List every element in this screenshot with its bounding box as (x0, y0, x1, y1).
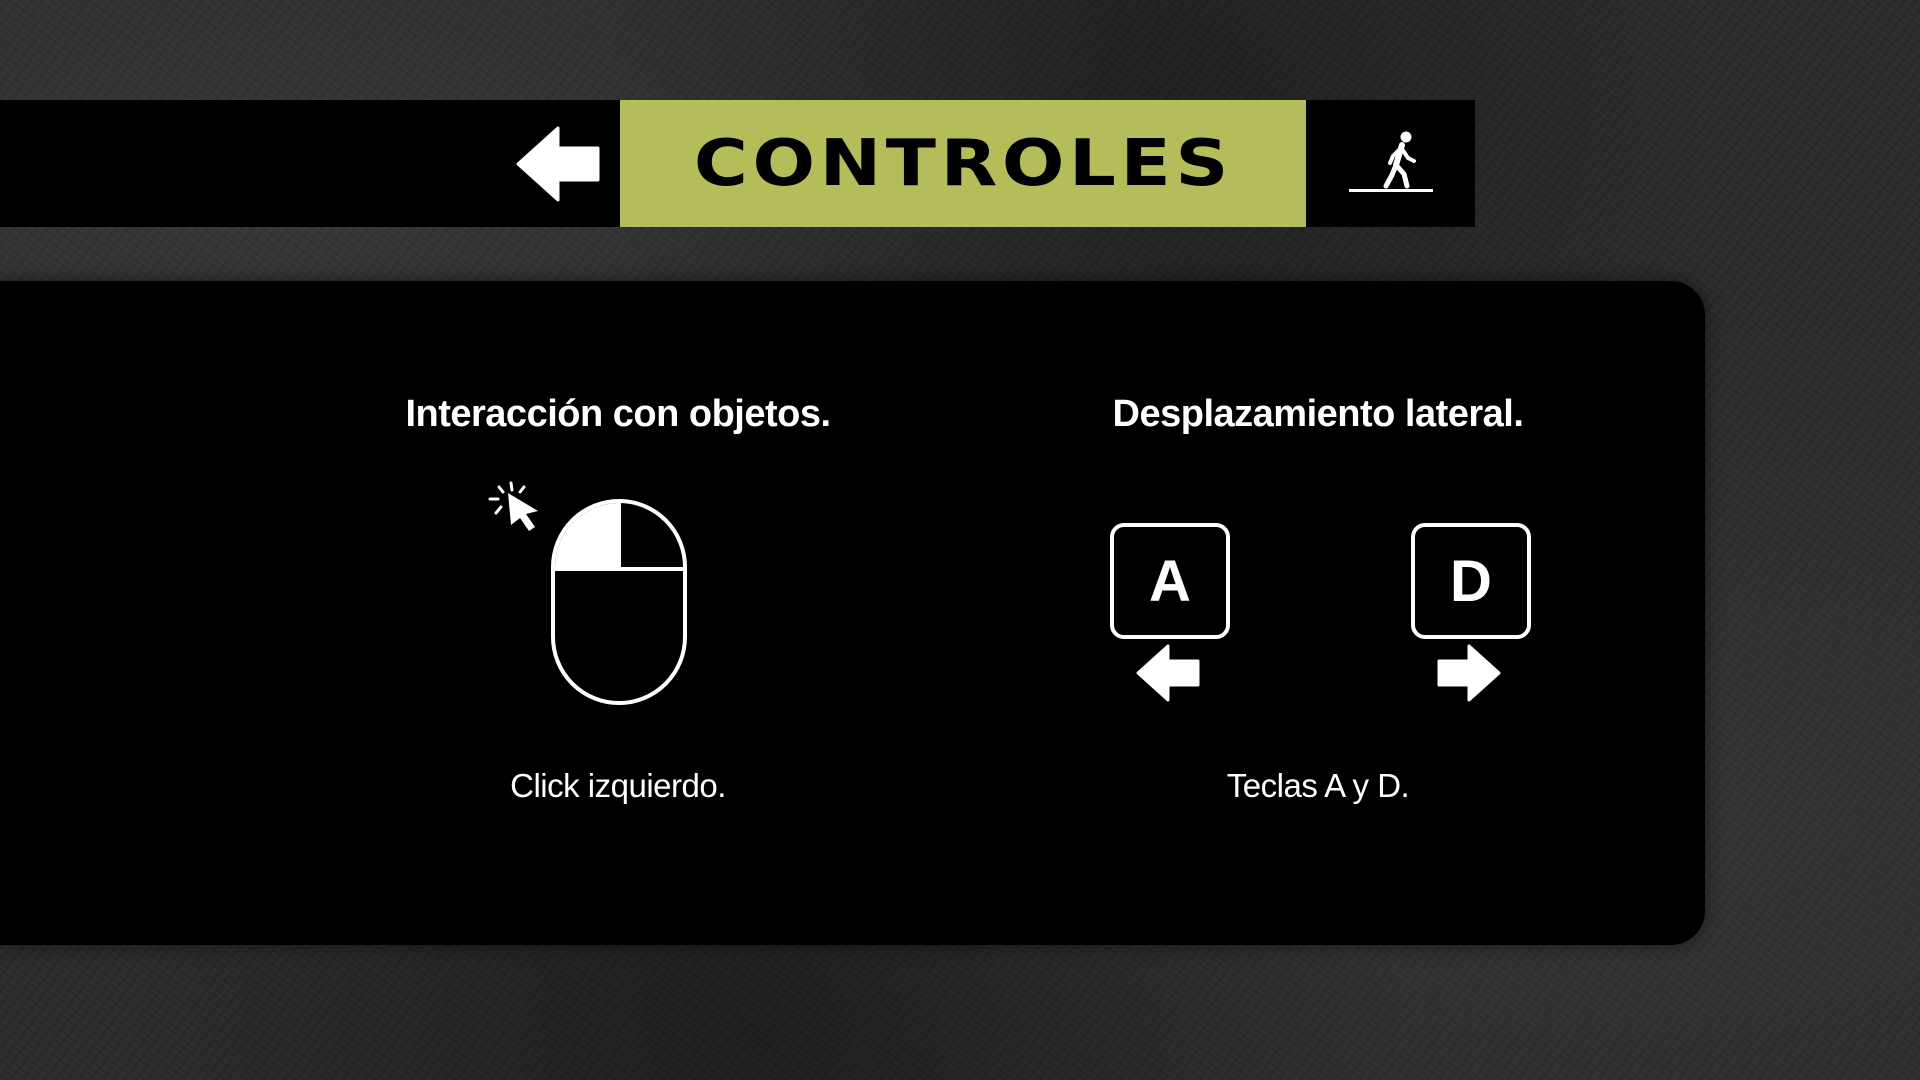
title-box: CONTROLES (620, 100, 1306, 227)
section-movement: Desplazamiento lateral. A D Teclas A y D… (1038, 281, 1598, 945)
arrow-left-icon (516, 126, 599, 201)
section-heading: Interacción con objetos. (405, 393, 831, 435)
key-d: D (1411, 523, 1531, 639)
header-bar: CONTROLES (0, 100, 1475, 227)
mouse-left-click-icon (488, 481, 687, 705)
controls-panel: Interacción con objetos. Click izquierdo… (0, 281, 1705, 945)
exit-button[interactable] (1306, 100, 1475, 227)
arrow-right-icon (1437, 644, 1501, 702)
walking-person-icon (1348, 131, 1433, 192)
section-heading: Desplazamiento lateral. (1112, 393, 1524, 435)
arrow-left-icon (1136, 644, 1200, 702)
section-caption: Teclas A y D. (1226, 767, 1410, 804)
key-a: A (1110, 523, 1230, 639)
section-caption: Click izquierdo. (510, 767, 726, 804)
section-interaction: Interacción con objetos. Click izquierdo… (338, 281, 898, 945)
page-title: CONTROLES (693, 126, 1233, 201)
back-button[interactable] (495, 100, 620, 227)
